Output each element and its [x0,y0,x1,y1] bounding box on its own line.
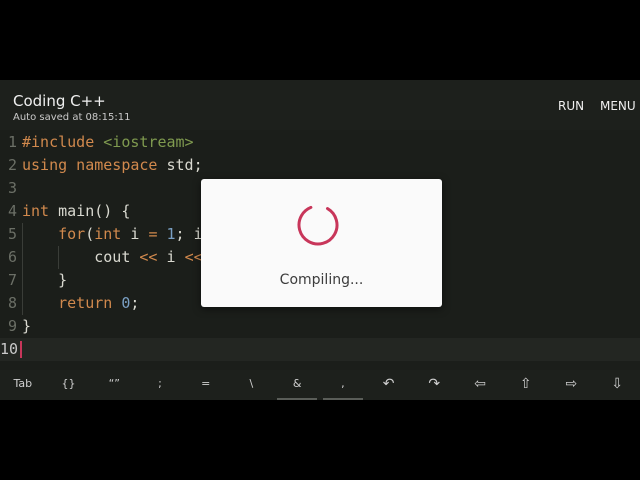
modal-overlay: Compiling... [0,80,640,400]
progress-spinner-icon [297,204,339,246]
compiling-message: Compiling... [279,272,364,288]
app-screen: Coding C++ Auto saved at 08:15:11 RUN ME… [0,80,640,400]
compiling-dialog: Compiling... [201,179,442,307]
